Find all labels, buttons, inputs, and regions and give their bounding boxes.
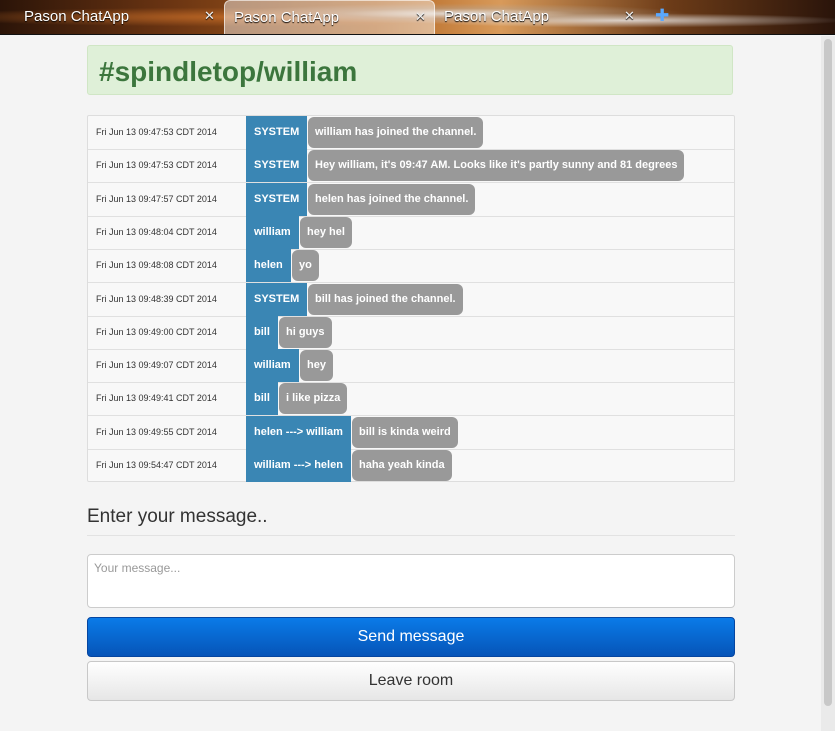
message-sender: bill bbox=[246, 316, 278, 349]
divider bbox=[87, 535, 735, 536]
tab-label: Pason ChatApp bbox=[24, 8, 130, 25]
message-text: hi guys bbox=[279, 317, 332, 348]
message-sender: SYSTEM bbox=[246, 116, 308, 149]
message-sender: william ---> helen bbox=[246, 449, 351, 482]
message-timestamp: Fri Jun 13 09:47:53 CDT 2014 bbox=[96, 127, 217, 137]
message-text: hey hel bbox=[300, 217, 352, 248]
close-icon[interactable]: ✕ bbox=[624, 8, 635, 24]
tab-label: Pason ChatApp bbox=[444, 8, 550, 25]
message-row: Fri Jun 13 09:48:39 CDT 2014 SYSTEM bill h… bbox=[88, 283, 734, 317]
timestamp-cell: Fri Jun 13 09:47:57 CDT 2014 bbox=[88, 183, 247, 216]
timestamp-cell: Fri Jun 13 09:49:07 CDT 2014 bbox=[88, 349, 247, 382]
message-sender: SYSTEM bbox=[246, 283, 308, 316]
timestamp-cell: Fri Jun 13 09:49:00 CDT 2014 bbox=[88, 316, 247, 349]
message-row: Fri Jun 13 09:49:41 CDT 2014 bill i like p… bbox=[88, 382, 734, 416]
send-message-button[interactable]: Send message bbox=[87, 617, 735, 657]
message-sender: helen bbox=[246, 249, 291, 282]
message-text: haha yeah kinda bbox=[352, 450, 452, 481]
message-row: Fri Jun 13 09:49:55 CDT 2014 helen ---> w… bbox=[88, 416, 734, 450]
message-text: hey bbox=[300, 350, 333, 381]
message-row: Fri Jun 13 09:49:07 CDT 2014 william hey bbox=[88, 349, 734, 383]
message-timestamp: Fri Jun 13 09:49:00 CDT 2014 bbox=[96, 327, 217, 337]
message-timestamp: Fri Jun 13 09:48:08 CDT 2014 bbox=[96, 260, 217, 270]
message-timestamp: Fri Jun 13 09:54:47 CDT 2014 bbox=[96, 460, 217, 470]
close-icon[interactable]: ✕ bbox=[415, 9, 426, 25]
message-input[interactable] bbox=[87, 554, 735, 608]
message-row: Fri Jun 13 09:48:08 CDT 2014 helen yo bbox=[88, 249, 734, 283]
tab-3[interactable]: Pason ChatApp ✕ bbox=[434, 0, 644, 33]
leave-room-button[interactable]: Leave room bbox=[87, 661, 735, 701]
page-scrollbar[interactable] bbox=[821, 36, 835, 731]
message-sender: helen ---> william bbox=[246, 416, 351, 449]
timestamp-cell: Fri Jun 13 09:54:47 CDT 2014 bbox=[88, 449, 247, 482]
timestamp-cell: Fri Jun 13 09:49:55 CDT 2014 bbox=[88, 416, 247, 449]
scrollbar-thumb[interactable] bbox=[824, 39, 832, 706]
message-text: bill is kinda weird bbox=[352, 417, 458, 448]
message-timestamp: Fri Jun 13 09:47:53 CDT 2014 bbox=[96, 160, 217, 170]
compose-prompt: Enter your message.. bbox=[87, 506, 268, 527]
timestamp-cell: Fri Jun 13 09:48:04 CDT 2014 bbox=[88, 216, 247, 249]
message-timestamp: Fri Jun 13 09:47:57 CDT 2014 bbox=[96, 194, 217, 204]
message-text: bill has joined the channel. bbox=[308, 284, 463, 315]
message-sender: william bbox=[246, 349, 299, 382]
message-text: i like pizza bbox=[279, 383, 348, 414]
message-sender: SYSTEM bbox=[246, 183, 308, 216]
message-row: Fri Jun 13 09:49:00 CDT 2014 bill hi guys bbox=[88, 316, 734, 350]
message-timestamp: Fri Jun 13 09:48:39 CDT 2014 bbox=[96, 294, 217, 304]
message-timestamp: Fri Jun 13 09:49:07 CDT 2014 bbox=[96, 360, 217, 370]
plus-icon[interactable]: ✚ bbox=[655, 6, 669, 26]
tab-bar: Pason ChatApp ✕ Pason ChatApp ✕ Pason Ch… bbox=[0, 0, 835, 35]
message-row: Fri Jun 13 09:48:04 CDT 2014 william hey h… bbox=[88, 216, 734, 250]
message-text: Hey william, it's 09:47 AM. Looks like i… bbox=[308, 150, 685, 181]
message-row: Fri Jun 13 09:54:47 CDT 2014 william --->… bbox=[88, 449, 734, 482]
message-list: Fri Jun 13 09:47:53 CDT 2014 SYSTEM willia… bbox=[87, 115, 735, 482]
message-sender: william bbox=[246, 216, 299, 249]
message-row: Fri Jun 13 09:47:57 CDT 2014 SYSTEM helen … bbox=[88, 183, 734, 217]
message-timestamp: Fri Jun 13 09:49:55 CDT 2014 bbox=[96, 427, 217, 437]
tab-2-active[interactable]: Pason ChatApp ✕ bbox=[224, 0, 435, 34]
message-text: william has joined the channel. bbox=[308, 117, 484, 148]
message-timestamp: Fri Jun 13 09:48:04 CDT 2014 bbox=[96, 227, 217, 237]
message-text: helen has joined the channel. bbox=[308, 184, 476, 215]
tab-label: Pason ChatApp bbox=[234, 9, 340, 26]
timestamp-cell: Fri Jun 13 09:47:53 CDT 2014 bbox=[88, 149, 247, 182]
message-sender: bill bbox=[246, 382, 278, 415]
message-timestamp: Fri Jun 13 09:49:41 CDT 2014 bbox=[96, 393, 217, 403]
timestamp-cell: Fri Jun 13 09:47:53 CDT 2014 bbox=[88, 116, 247, 149]
timestamp-cell: Fri Jun 13 09:49:41 CDT 2014 bbox=[88, 382, 247, 415]
timestamp-cell: Fri Jun 13 09:48:39 CDT 2014 bbox=[88, 283, 247, 316]
message-row: Fri Jun 13 09:47:53 CDT 2014 SYSTEM willia… bbox=[88, 116, 734, 150]
timestamp-cell: Fri Jun 13 09:48:08 CDT 2014 bbox=[88, 249, 247, 282]
channel-title: #spindletop/william bbox=[99, 56, 358, 87]
close-icon[interactable]: ✕ bbox=[204, 8, 215, 24]
tab-1[interactable]: Pason ChatApp ✕ bbox=[0, 0, 223, 33]
message-text: yo bbox=[292, 250, 319, 281]
message-row: Fri Jun 13 09:47:53 CDT 2014 SYSTEM Hey wi… bbox=[88, 149, 734, 183]
message-sender: SYSTEM bbox=[246, 149, 308, 182]
channel-header: #spindletop/william bbox=[87, 45, 733, 95]
